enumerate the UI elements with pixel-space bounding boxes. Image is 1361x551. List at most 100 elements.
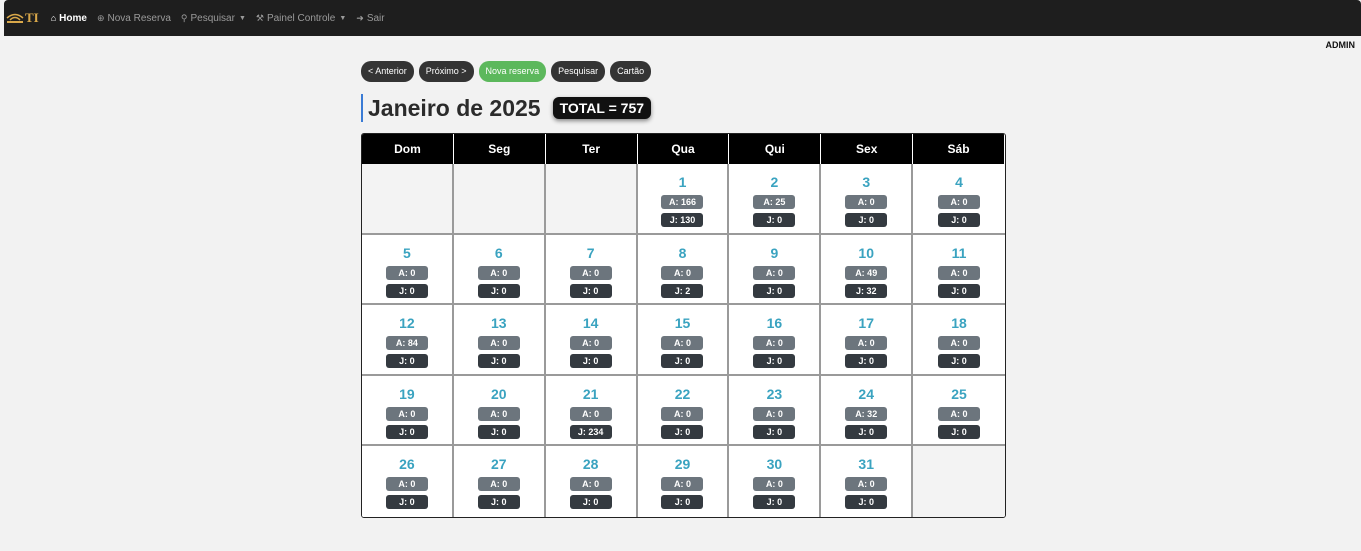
previous-month-button[interactable]: < Anterior bbox=[361, 61, 414, 82]
day-number-link[interactable]: 4 bbox=[955, 174, 963, 190]
day-number-link[interactable]: 17 bbox=[858, 315, 874, 331]
nav-home-label: Home bbox=[59, 12, 87, 24]
new-booking-button[interactable]: Nova reserva bbox=[478, 61, 547, 82]
a-count-badge: A: 0 bbox=[385, 477, 428, 492]
a-count-badge: A: 49 bbox=[845, 265, 888, 280]
day-cell[interactable]: 4 A: 0 J: 0 bbox=[913, 164, 1005, 235]
day-cell[interactable]: 15 A: 0 J: 0 bbox=[637, 305, 730, 376]
day-number-link[interactable]: 8 bbox=[679, 245, 687, 261]
day-cell[interactable]: 24 A: 32 J: 0 bbox=[821, 375, 914, 447]
a-count-badge: A: 0 bbox=[569, 406, 612, 421]
day-cell[interactable]: 25 A: 0 J: 0 bbox=[913, 375, 1005, 447]
nav-sair[interactable]: ➜ Sair bbox=[356, 13, 384, 24]
chevron-down-icon: ▼ bbox=[238, 14, 246, 22]
day-number-link[interactable]: 5 bbox=[403, 245, 411, 261]
day-cell[interactable]: 14 A: 0 J: 0 bbox=[545, 305, 638, 376]
weekday-header: Sex bbox=[821, 134, 914, 164]
a-count-badge: A: 0 bbox=[569, 336, 612, 351]
day-cell[interactable]: 8 A: 0 J: 2 bbox=[637, 234, 730, 306]
day-cell[interactable]: 5 A: 0 J: 0 bbox=[362, 234, 454, 306]
day-number-link[interactable]: 28 bbox=[583, 456, 599, 472]
j-count-badge: J: 0 bbox=[477, 354, 520, 369]
day-cell[interactable]: 17 A: 0 J: 0 bbox=[821, 305, 914, 376]
day-cell[interactable]: 30 A: 0 J: 0 bbox=[729, 446, 822, 517]
day-number-link[interactable]: 16 bbox=[767, 315, 783, 331]
nav-pesquisar[interactable]: ⚲ Pesquisar ▼ bbox=[181, 13, 246, 24]
day-cell[interactable]: 11 A: 0 J: 0 bbox=[913, 234, 1005, 306]
day-cell[interactable]: 2 A: 25 J: 0 bbox=[729, 164, 822, 235]
j-count-badge: J: 234 bbox=[569, 424, 612, 439]
a-count-badge: A: 84 bbox=[385, 336, 428, 351]
day-number-link[interactable]: 19 bbox=[399, 386, 415, 402]
weekday-header: Dom bbox=[362, 134, 454, 164]
brand-logo[interactable]: TI bbox=[6, 10, 39, 26]
j-count-badge: J: 0 bbox=[845, 354, 888, 369]
a-count-badge: A: 0 bbox=[661, 265, 704, 280]
day-cell[interactable]: 9 A: 0 J: 0 bbox=[729, 234, 822, 306]
day-number-link[interactable]: 22 bbox=[675, 386, 691, 402]
day-cell[interactable]: 27 A: 0 J: 0 bbox=[453, 446, 546, 517]
nav-nova-reserva[interactable]: ⊕ Nova Reserva bbox=[97, 13, 171, 24]
day-number-link[interactable]: 7 bbox=[587, 245, 595, 261]
day-number-link[interactable]: 27 bbox=[491, 456, 507, 472]
day-number-link[interactable]: 31 bbox=[858, 456, 874, 472]
j-count-badge: J: 0 bbox=[753, 424, 796, 439]
day-number-link[interactable]: 21 bbox=[583, 386, 599, 402]
day-cell[interactable]: 7 A: 0 J: 0 bbox=[545, 234, 638, 306]
j-count-badge: J: 0 bbox=[661, 495, 704, 510]
day-cell[interactable]: 19 A: 0 J: 0 bbox=[362, 375, 454, 447]
day-number-link[interactable]: 14 bbox=[583, 315, 599, 331]
day-number-link[interactable]: 12 bbox=[399, 315, 415, 331]
total-badge: TOTAL = 757 bbox=[552, 97, 652, 119]
day-number-link[interactable]: 1 bbox=[679, 174, 687, 190]
card-button[interactable]: Cartão bbox=[610, 61, 652, 82]
j-count-badge: J: 0 bbox=[845, 495, 888, 510]
day-number-link[interactable]: 2 bbox=[770, 174, 778, 190]
day-cell[interactable]: 18 A: 0 J: 0 bbox=[913, 305, 1005, 376]
day-number-link[interactable]: 3 bbox=[862, 174, 870, 190]
day-cell[interactable]: 22 A: 0 J: 0 bbox=[637, 375, 730, 447]
day-number-link[interactable]: 10 bbox=[858, 245, 874, 261]
nav-painel-controle[interactable]: ⚒ Painel Controle ▼ bbox=[256, 13, 346, 24]
day-number-link[interactable]: 23 bbox=[767, 386, 783, 402]
j-count-badge: J: 130 bbox=[661, 213, 704, 227]
day-cell[interactable]: 26 A: 0 J: 0 bbox=[362, 446, 454, 517]
day-number-link[interactable]: 9 bbox=[770, 245, 778, 261]
day-cell[interactable]: 6 A: 0 J: 0 bbox=[453, 234, 546, 306]
day-number-link[interactable]: 26 bbox=[399, 456, 415, 472]
a-count-badge: A: 0 bbox=[661, 406, 704, 421]
j-count-badge: J: 0 bbox=[385, 424, 428, 439]
calendar-grid: Dom Seg Ter Qua Qui Sex Sáb 1 A: 166 J: 130 2 A: 25… bbox=[361, 133, 1006, 518]
day-cell[interactable]: 10 A: 49 J: 32 bbox=[821, 234, 914, 306]
a-count-badge: A: 0 bbox=[938, 336, 981, 351]
nav-home[interactable]: ⌂ Home bbox=[51, 13, 87, 24]
day-cell[interactable]: 31 A: 0 J: 0 bbox=[821, 446, 914, 517]
day-number-link[interactable]: 18 bbox=[951, 315, 967, 331]
day-number-link[interactable]: 13 bbox=[491, 315, 507, 331]
day-cell[interactable]: 20 A: 0 J: 0 bbox=[453, 375, 546, 447]
day-cell[interactable]: 23 A: 0 J: 0 bbox=[729, 375, 822, 447]
day-cell[interactable]: 29 A: 0 J: 0 bbox=[637, 446, 730, 517]
top-navbar: TI ⌂ Home ⊕ Nova Reserva ⚲ Pesquisar ▼ ⚒… bbox=[4, 0, 1361, 36]
day-cell[interactable]: 1 A: 166 J: 130 bbox=[637, 164, 730, 235]
day-number-link[interactable]: 20 bbox=[491, 386, 507, 402]
day-cell[interactable]: 13 A: 0 J: 0 bbox=[453, 305, 546, 376]
day-cell[interactable]: 16 A: 0 J: 0 bbox=[729, 305, 822, 376]
a-count-badge: A: 0 bbox=[569, 265, 612, 280]
j-count-badge: J: 0 bbox=[938, 213, 981, 227]
search-button[interactable]: Pesquisar bbox=[551, 61, 606, 82]
day-number-link[interactable]: 15 bbox=[675, 315, 691, 331]
day-number-link[interactable]: 30 bbox=[767, 456, 783, 472]
day-number-link[interactable]: 25 bbox=[951, 386, 967, 402]
next-month-button[interactable]: Próximo > bbox=[418, 61, 474, 82]
day-cell[interactable]: 3 A: 0 J: 0 bbox=[821, 164, 914, 235]
day-cell[interactable]: 21 A: 0 J: 234 bbox=[545, 375, 638, 447]
day-cell[interactable]: 12 A: 84 J: 0 bbox=[362, 305, 454, 376]
day-number-link[interactable]: 6 bbox=[495, 245, 503, 261]
day-number-link[interactable]: 29 bbox=[675, 456, 691, 472]
day-cell[interactable]: 28 A: 0 J: 0 bbox=[545, 446, 638, 517]
j-count-badge: J: 0 bbox=[753, 213, 796, 227]
day-number-link[interactable]: 11 bbox=[952, 245, 967, 261]
j-count-badge: J: 0 bbox=[661, 424, 704, 439]
day-number-link[interactable]: 24 bbox=[858, 386, 874, 402]
